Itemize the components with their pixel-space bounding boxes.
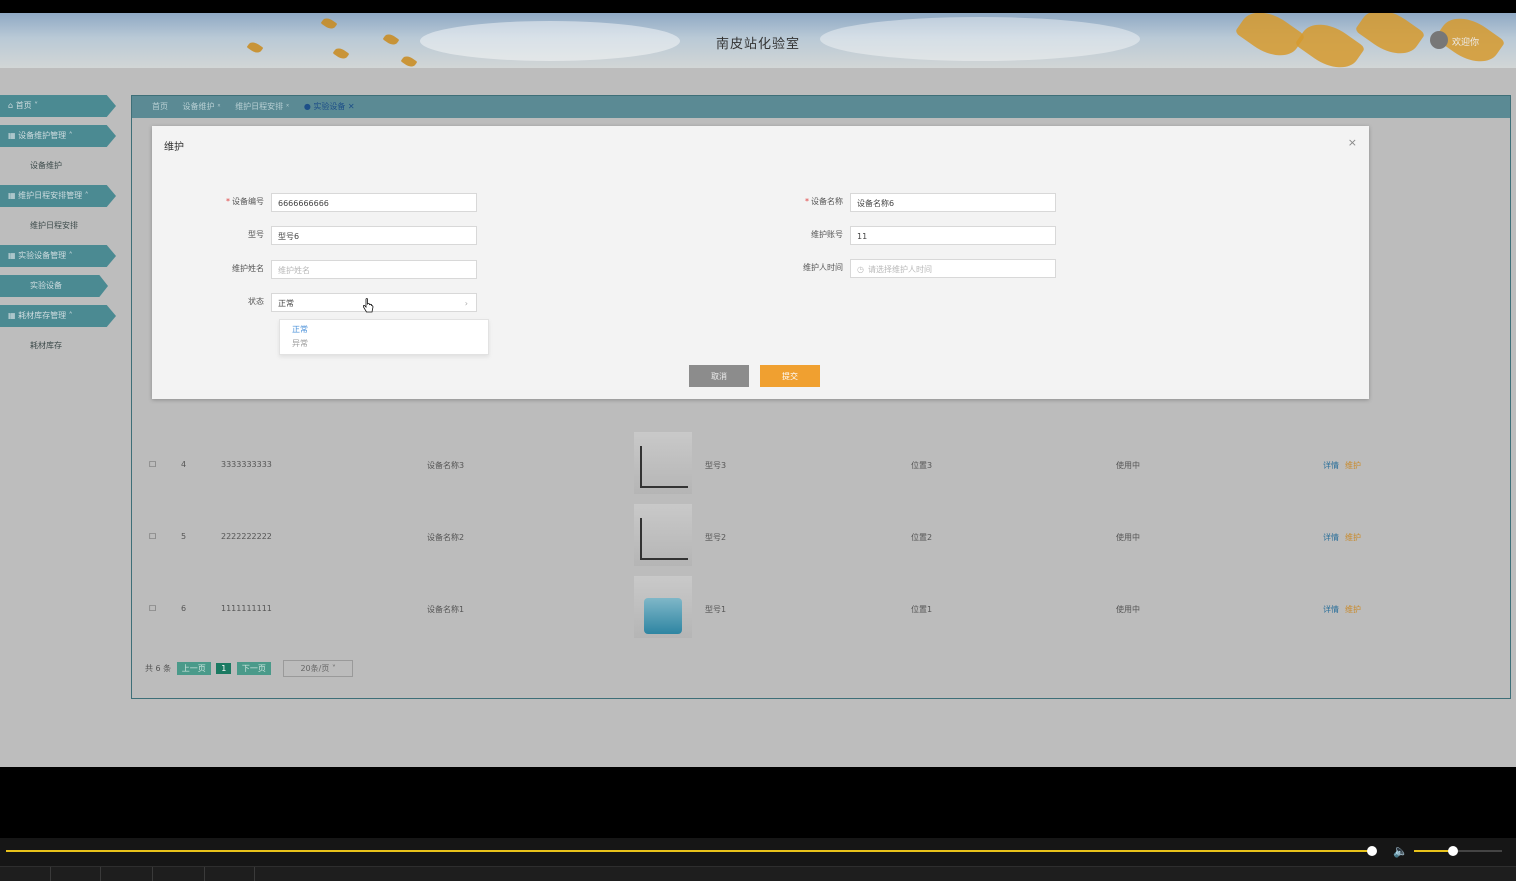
row-checkbox[interactable]: ☐: [149, 460, 156, 469]
tab-lab-device[interactable]: ● 实验设备 ✕: [304, 102, 355, 111]
row-status: 使用中: [1116, 461, 1140, 470]
device-code-label: * 设备编号: [226, 197, 264, 206]
sidebar-item-device-maintenance-mgmt[interactable]: ▦ 设备维护管理 ˄: [0, 125, 116, 147]
sidebar-item-inventory[interactable]: 耗材库存: [0, 335, 120, 357]
sidebar: ⌂ 首页 ˅ ▦ 设备维护管理 ˄ 设备维护 ▦ 维护日程安排管理 ˄ 维护日程…: [0, 95, 120, 365]
row-name: 设备名称3: [427, 461, 465, 470]
maintain-dialog: 维护 × * 设备编号 6666666666 * 设备名称 设备名称6 型号 型号6…: [152, 126, 1369, 399]
status-option[interactable]: 异常: [280, 337, 488, 351]
volume-slider[interactable]: [1414, 850, 1502, 852]
sidebar-item-schedule[interactable]: 维护日程安排: [0, 215, 120, 237]
prev-page-button[interactable]: 上一页: [176, 662, 211, 675]
table-row: ☐ 6 1111111111 设备名称1 型号1 位置1 使用中 详情 维护: [145, 574, 1497, 646]
row-checkbox[interactable]: ☐: [149, 604, 156, 613]
table-row: ☐ 4 3333333333 设备名称3 型号3 位置3 使用中 详情 维护: [145, 430, 1497, 502]
detail-link[interactable]: 详情: [1323, 533, 1339, 542]
breadcrumb-tabs: 首页 设备维护 ˣ 维护日程安排 ˣ ● 实验设备 ✕: [132, 96, 1510, 118]
device-code-input[interactable]: 6666666666: [271, 193, 477, 212]
chevron-right-icon: ›: [464, 299, 468, 308]
sidebar-item-inventory-mgmt[interactable]: ▦ 耗材库存管理 ˄: [0, 305, 116, 327]
site-title: 南皮站化验室: [715, 37, 800, 52]
tab-home[interactable]: 首页: [152, 102, 168, 111]
maintain-link[interactable]: 维护: [1345, 461, 1361, 470]
user-avatar[interactable]: [1430, 31, 1448, 49]
row-model: 型号1: [705, 605, 727, 614]
grid-icon: ▦: [8, 191, 19, 200]
row-model: 型号2: [705, 533, 727, 542]
clock-icon: ◷: [857, 265, 864, 274]
row-code: 1111111111: [221, 604, 272, 613]
row-location: 位置3: [911, 461, 933, 470]
total-count: 共 6 条: [145, 664, 172, 673]
table-row: ☐ 5 2222222222 设备名称2 型号2 位置2 使用中 详情 维护: [145, 502, 1497, 574]
pagination: 共 6 条 上一页 1 下一页 20条/页 ˅: [145, 660, 353, 677]
row-code: 2222222222: [221, 532, 272, 541]
row-name: 设备名称1: [427, 605, 465, 614]
row-name: 设备名称2: [427, 533, 465, 542]
row-status: 使用中: [1116, 533, 1140, 542]
row-index: 6: [181, 604, 187, 613]
volume-handle[interactable]: [1448, 846, 1458, 856]
row-index: 5: [181, 532, 187, 541]
welcome-text[interactable]: 欢迎你: [1452, 35, 1479, 48]
site-header: 南皮站化验室 欢迎你: [0, 13, 1516, 79]
submit-button[interactable]: 提交: [760, 365, 820, 387]
sidebar-item-device-maintenance[interactable]: 设备维护: [0, 155, 120, 177]
row-location: 位置1: [911, 605, 933, 614]
status-dropdown: 正常 异常: [279, 319, 489, 355]
sidebar-item-lab-device[interactable]: 实验设备: [0, 275, 108, 297]
chevron-down-icon: ˅: [331, 664, 336, 673]
tab-device-maintenance[interactable]: 设备维护 ˣ: [183, 102, 221, 111]
maint-account-input[interactable]: 11: [850, 226, 1056, 245]
status-option[interactable]: 正常: [280, 323, 488, 337]
maint-name-input[interactable]: 维护姓名: [271, 260, 477, 279]
maint-name-label: 维护姓名: [232, 264, 264, 273]
dialog-title: 维护: [164, 142, 184, 153]
device-image: [634, 576, 692, 638]
grid-icon: ▦: [8, 251, 19, 260]
sidebar-item-home[interactable]: ⌂ 首页 ˅: [0, 95, 116, 117]
home-icon: ⌂: [8, 101, 16, 110]
maint-account-label: 维护账号: [811, 230, 843, 239]
grid-icon: ▦: [8, 131, 19, 140]
row-checkbox[interactable]: ☐: [149, 532, 156, 541]
maintain-link[interactable]: 维护: [1345, 533, 1361, 542]
grid-icon: ▦: [8, 311, 19, 320]
status-select[interactable]: 正常 ›: [271, 293, 477, 312]
sidebar-item-lab-device-mgmt[interactable]: ▦ 实验设备管理 ˄: [0, 245, 116, 267]
tab-schedule[interactable]: 维护日程安排 ˣ: [235, 102, 289, 111]
next-page-button[interactable]: 下一页: [236, 662, 271, 675]
progress-bar[interactable]: [6, 850, 1372, 852]
status-label: 状态: [248, 297, 264, 306]
maintain-link[interactable]: 维护: [1345, 605, 1361, 614]
device-name-input[interactable]: 设备名称6: [850, 193, 1056, 212]
sidebar-item-schedule-mgmt[interactable]: ▦ 维护日程安排管理 ˄: [0, 185, 116, 207]
hand-cursor-icon: [362, 298, 374, 313]
device-image: [634, 504, 692, 566]
window-top-bar: [0, 0, 1516, 13]
row-location: 位置2: [911, 533, 933, 542]
progress-handle[interactable]: [1367, 846, 1377, 856]
close-icon[interactable]: ×: [1348, 136, 1357, 149]
detail-link[interactable]: 详情: [1323, 461, 1339, 470]
volume-icon[interactable]: 🔈: [1393, 844, 1408, 858]
cancel-button[interactable]: 取消: [689, 365, 749, 387]
detail-link[interactable]: 详情: [1323, 605, 1339, 614]
row-model: 型号3: [705, 461, 727, 470]
device-name-label: * 设备名称: [805, 197, 843, 206]
maint-time-picker[interactable]: ◷ 请选择维护人时间: [850, 259, 1056, 278]
device-image: [634, 432, 692, 494]
model-label: 型号: [248, 230, 264, 239]
row-code: 3333333333: [221, 460, 272, 469]
page-number-button[interactable]: 1: [216, 663, 232, 674]
row-index: 4: [181, 460, 187, 469]
row-status: 使用中: [1116, 605, 1140, 614]
bottom-toolbar: [0, 866, 1516, 881]
page-size-select[interactable]: 20条/页 ˅: [283, 660, 353, 677]
maint-time-label: 维护人时间: [803, 263, 843, 272]
model-input[interactable]: 型号6: [271, 226, 477, 245]
